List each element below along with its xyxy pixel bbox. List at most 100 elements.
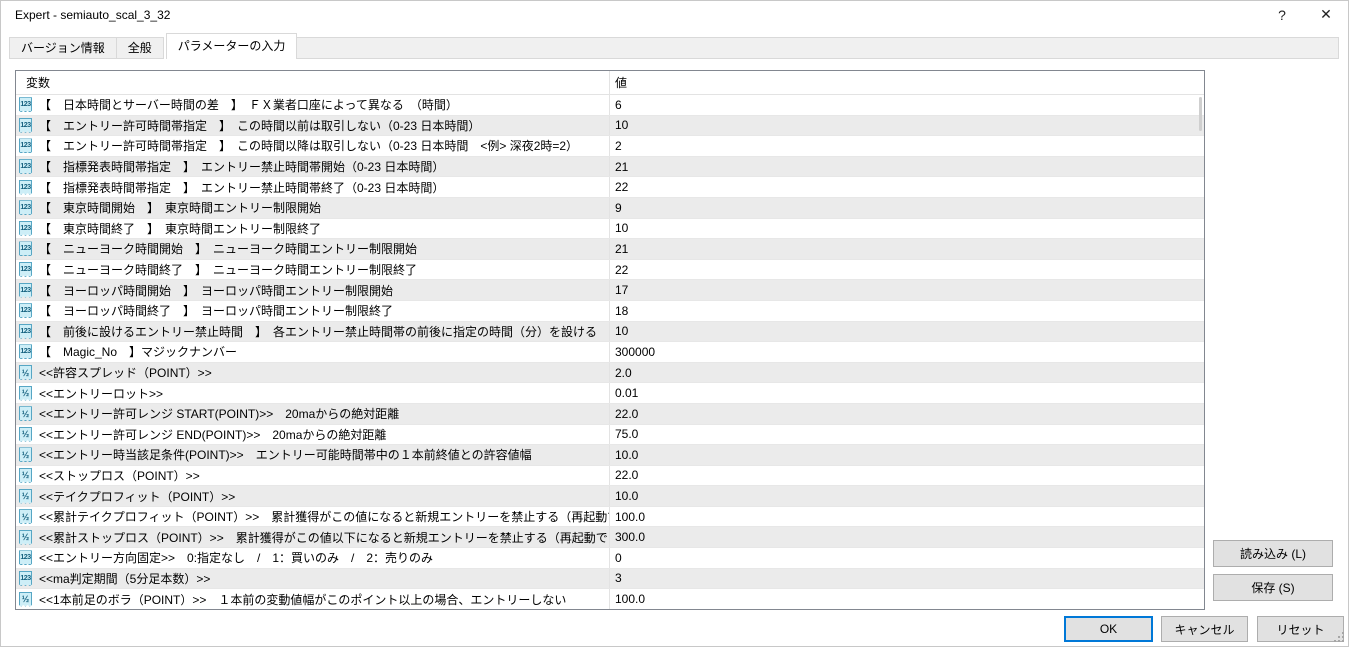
parameter-name: <<エントリー許可レンジ END(POINT)>> 20maからの絶対距離 — [39, 427, 387, 442]
table-row[interactable]: 123 【 東京時間終了 】 東京時間エントリー制限終了 10 — [16, 218, 1204, 240]
table-row[interactable]: ½ <<許容スプレッド（POINT）>> 2.0 — [16, 362, 1204, 384]
table-row[interactable]: 123 【 前後に設けるエントリー禁止時間 】 各エントリー禁止時間帯の前後に指… — [16, 321, 1204, 343]
table-row[interactable]: 123 【 エントリー許可時間帯指定 】 この時間以降は取引しない（0-23 日… — [16, 136, 1204, 157]
parameter-name: 【 エントリー許可時間帯指定 】 この時間以前は取引しない（0-23 日本時間） — [39, 118, 481, 133]
tab-general[interactable]: 全般 — [116, 37, 164, 59]
parameter-name-cell: 123 【 Magic_No 】マジックナンバー — [16, 342, 610, 362]
parameter-name-cell: 123 【 指標発表時間帯指定 】 エントリー禁止時間帯開始（0-23 日本時間… — [16, 156, 610, 177]
help-icon[interactable]: ? — [1260, 1, 1304, 28]
table-row[interactable]: 123 【 ニューヨーク時間開始 】 ニューヨーク時間エントリー制限開始 21 — [16, 239, 1204, 260]
parameter-name-cell: 123 【 エントリー許可時間帯指定 】 この時間以降は取引しない（0-23 日… — [16, 136, 610, 156]
table-row[interactable]: ½ <<ストップロス（POINT）>> 22.0 — [16, 465, 1204, 487]
parameter-value-cell[interactable]: 100.0 — [610, 589, 1204, 609]
parameter-name-cell: 123 【 ヨーロッパ時間開始 】 ヨーロッパ時間エントリー制限開始 — [16, 280, 610, 300]
parameter-value-cell[interactable]: 22 — [610, 260, 1204, 280]
parameter-type-icon: 123 — [19, 220, 32, 236]
parameter-type-icon: ½ — [19, 365, 32, 381]
parameter-value-cell[interactable]: 21 — [610, 157, 1204, 177]
tab-version-info[interactable]: バージョン情報 — [9, 37, 117, 59]
parameter-value-cell[interactable]: 300.0 — [610, 527, 1204, 547]
parameter-value-cell[interactable]: 2 — [610, 136, 1204, 156]
parameter-name: <<エントリーロット>> — [39, 386, 164, 401]
parameter-value-cell[interactable]: 100.0 — [610, 507, 1204, 527]
table-row[interactable]: 123 【 指標発表時間帯指定 】 エントリー禁止時間帯終了（0-23 日本時間… — [16, 177, 1204, 198]
parameter-type-icon: ½ — [19, 509, 32, 525]
table-row[interactable]: 123 【 指標発表時間帯指定 】 エントリー禁止時間帯開始（0-23 日本時間… — [16, 156, 1204, 178]
parameter-value-cell[interactable]: 10 — [610, 322, 1204, 342]
cancel-button[interactable]: キャンセル — [1161, 616, 1248, 642]
parameter-name-cell: 123 【 ヨーロッパ時間終了 】 ヨーロッパ時間エントリー制限終了 — [16, 300, 610, 321]
table-row[interactable]: ½ <<1本前足のボラ（POINT）>> １本前の変動値幅がこのポイント以上の場… — [16, 589, 1204, 609]
parameter-value-cell[interactable]: 9 — [610, 198, 1204, 218]
parameter-name-cell: 123 【 東京時間開始 】 東京時間エントリー制限開始 — [16, 197, 610, 218]
parameter-type-icon: 123 — [19, 262, 32, 278]
parameter-value-cell[interactable]: 3 — [610, 569, 1204, 589]
window-title: Expert - semiauto_scal_3_32 — [15, 7, 171, 22]
parameter-name: <<エントリー時当該足条件(POINT)>> エントリー可能時間帯中の１本前終値… — [39, 448, 532, 463]
parameter-name-cell: ½ <<累計テイクプロフィット（POINT）>> 累計獲得がこの値になると新規エ… — [16, 506, 610, 527]
parameter-value-cell[interactable]: 21 — [610, 239, 1204, 259]
table-row[interactable]: 123 【 東京時間開始 】 東京時間エントリー制限開始 9 — [16, 197, 1204, 219]
parameter-value-cell[interactable]: 17 — [610, 280, 1204, 300]
parameter-name: <<テイクプロフィット（POINT）>> — [39, 489, 236, 504]
parameter-value-cell[interactable]: 75.0 — [610, 425, 1204, 445]
table-row[interactable]: 123 【 Magic_No 】マジックナンバー 300000 — [16, 342, 1204, 363]
parameter-type-icon: ½ — [19, 385, 32, 401]
table-row[interactable]: ½ <<累計ストップロス（POINT）>> 累計獲得がこの値以下になると新規エン… — [16, 527, 1204, 549]
table-row[interactable]: ½ <<エントリー許可レンジ END(POINT)>> 20maからの絶対距離 … — [16, 424, 1204, 446]
column-header-variable[interactable]: 変数 — [16, 71, 610, 94]
parameter-name-cell: ½ <<累計ストップロス（POINT）>> 累計獲得がこの値以下になると新規エン… — [16, 527, 610, 548]
table-row[interactable]: ½ <<エントリー許可レンジ START(POINT)>> 20maからの絶対距… — [16, 403, 1204, 425]
table-row[interactable]: 123 【 エントリー許可時間帯指定 】 この時間以前は取引しない（0-23 日… — [16, 115, 1204, 137]
table-row[interactable]: ½ <<エントリーロット>> 0.01 — [16, 383, 1204, 404]
parameter-name-cell: ½ <<テイクプロフィット（POINT）>> — [16, 486, 610, 506]
parameter-name: 【 ニューヨーク時間開始 】 ニューヨーク時間エントリー制限開始 — [39, 242, 418, 257]
table-row[interactable]: 123 <<ma判定期間（5分足本数）>> 3 — [16, 568, 1204, 590]
parameter-name: 【 東京時間開始 】 東京時間エントリー制限開始 — [39, 201, 322, 216]
parameter-value-cell[interactable]: 10.0 — [610, 486, 1204, 506]
parameter-name-cell: ½ <<1本前足のボラ（POINT）>> １本前の変動値幅がこのポイント以上の場… — [16, 589, 610, 609]
tab-bar: バージョン情報 全般 パラメーターの入力 — [9, 33, 1339, 59]
parameter-name-cell: 123 【 東京時間終了 】 東京時間エントリー制限終了 — [16, 218, 610, 239]
parameter-value-cell[interactable]: 22.0 — [610, 466, 1204, 486]
table-row[interactable]: ½ <<テイクプロフィット（POINT）>> 10.0 — [16, 486, 1204, 507]
parameter-name-cell: ½ <<ストップロス（POINT）>> — [16, 465, 610, 486]
parameter-value-cell[interactable]: 10.0 — [610, 445, 1204, 465]
ok-button[interactable]: OK — [1064, 616, 1153, 642]
parameter-type-icon: ½ — [19, 488, 32, 504]
table-row[interactable]: 123 【 ニューヨーク時間終了 】 ニューヨーク時間エントリー制限終了 22 — [16, 259, 1204, 281]
parameter-value-cell[interactable]: 22 — [610, 177, 1204, 197]
close-icon[interactable]: ✕ — [1304, 1, 1348, 28]
table-row[interactable]: 123 【 ヨーロッパ時間開始 】 ヨーロッパ時間エントリー制限開始 17 — [16, 280, 1204, 301]
parameter-value-cell[interactable]: 6 — [610, 95, 1204, 115]
parameter-value-cell[interactable]: 2.0 — [610, 363, 1204, 383]
load-button[interactable]: 読み込み (L) — [1213, 540, 1333, 567]
parameter-value-cell[interactable]: 300000 — [610, 342, 1204, 362]
table-row[interactable]: 123 <<エントリー方向固定>> 0:指定なし / 1：買いのみ / 2：売り… — [16, 548, 1204, 569]
save-button[interactable]: 保存 (S) — [1213, 574, 1333, 601]
parameter-value-cell[interactable]: 22.0 — [610, 404, 1204, 424]
parameter-type-icon: 123 — [19, 323, 32, 339]
table-row[interactable]: ½ <<累計テイクプロフィット（POINT）>> 累計獲得がこの値になると新規エ… — [16, 506, 1204, 528]
resize-grip-icon[interactable] — [1334, 632, 1345, 643]
parameter-type-icon: 123 — [19, 200, 32, 216]
parameter-name: <<許容スプレッド（POINT）>> — [39, 366, 212, 381]
parameter-value-cell[interactable]: 0.01 — [610, 383, 1204, 403]
table-row[interactable]: 123 【 日本時間とサーバー時間の差 】 ＦＸ業者口座によって異なる （時間）… — [16, 95, 1204, 116]
tab-parameter-input[interactable]: パラメーターの入力 — [165, 33, 298, 59]
parameter-type-icon: 123 — [19, 117, 32, 133]
parameter-name: <<エントリー方向固定>> 0:指定なし / 1：買いのみ / 2：売りのみ — [39, 551, 434, 566]
column-header-value[interactable]: 値 — [610, 71, 1204, 94]
parameter-name-cell: 123 【 エントリー許可時間帯指定 】 この時間以前は取引しない（0-23 日… — [16, 115, 610, 136]
table-row[interactable]: ½ <<エントリー時当該足条件(POINT)>> エントリー可能時間帯中の１本前… — [16, 445, 1204, 466]
parameter-name: 【 ヨーロッパ時間終了 】 ヨーロッパ時間エントリー制限終了 — [39, 304, 394, 319]
parameter-type-icon: 123 — [19, 179, 32, 195]
parameter-value-cell[interactable]: 10 — [610, 219, 1204, 239]
parameter-type-icon: 123 — [19, 344, 32, 360]
parameter-value-cell[interactable]: 10 — [610, 116, 1204, 136]
parameter-value-cell[interactable]: 18 — [610, 301, 1204, 321]
parameter-value-cell[interactable]: 0 — [610, 548, 1204, 568]
scrollbar-thumb[interactable] — [1199, 97, 1202, 131]
table-row[interactable]: 123 【 ヨーロッパ時間終了 】 ヨーロッパ時間エントリー制限終了 18 — [16, 300, 1204, 322]
reset-button[interactable]: リセット — [1257, 616, 1344, 642]
